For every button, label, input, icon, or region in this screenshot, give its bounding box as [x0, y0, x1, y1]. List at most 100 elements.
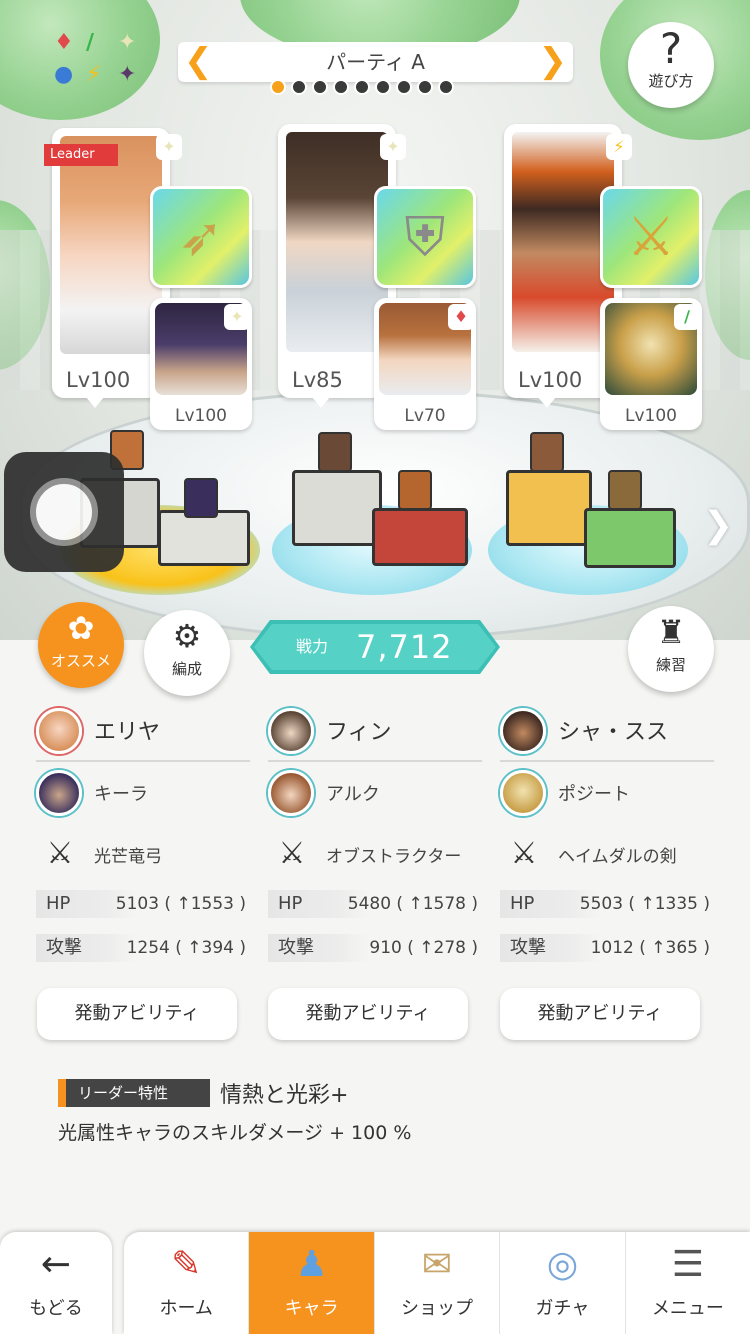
help-button[interactable]: ? 遊び方	[628, 22, 714, 108]
back-label: もどる	[29, 1298, 83, 1319]
light-attribute-icon: ✦	[156, 134, 182, 160]
attack-label: 攻撃	[500, 934, 600, 962]
weapon-slot[interactable]: ⚔	[600, 186, 702, 288]
fire-element-icon: ♦	[54, 30, 74, 55]
recommend-button[interactable]: ✿ オススメ	[38, 602, 124, 688]
weapon-slot[interactable]: ⛨	[374, 186, 476, 288]
avatar	[36, 708, 82, 754]
avatar	[268, 770, 314, 816]
character-sprite[interactable]	[318, 432, 352, 472]
sub-member-row[interactable]: アルク	[268, 762, 482, 822]
card-tail	[86, 397, 104, 408]
cake-block	[506, 470, 592, 546]
practice-label: 練習	[655, 656, 686, 674]
weapon-icon: ⚔	[278, 836, 306, 871]
weapon-name: ヘイムダルの剣	[558, 847, 677, 867]
hp-stat: HP 5480 ( ↑1578 )	[268, 882, 482, 926]
wind-attribute-icon: ∕	[674, 304, 700, 330]
formation-label: 編成	[171, 660, 202, 678]
hp-value: 5103 ( ↑1553 )	[115, 894, 246, 914]
weapon-row[interactable]: ⚔ ヘイムダルの剣	[500, 822, 714, 882]
back-button[interactable]: ← もどる	[0, 1232, 112, 1334]
character-icon: ♟	[295, 1244, 328, 1285]
light-element-icon: ✦	[118, 30, 137, 55]
page-dot[interactable]	[396, 79, 412, 95]
tab-label: ショップ	[401, 1298, 474, 1319]
formation-button[interactable]: ⚙ 編成	[144, 610, 230, 696]
bottom-navigation: ← もどる ✎ ホーム ♟ キャラ ✉ ショップ ◎ ガチャ ☰ メニュー	[0, 1228, 750, 1334]
wind-element-icon: ∕	[86, 30, 95, 55]
weapon-row[interactable]: ⚔ 光芒竜弓	[36, 822, 250, 882]
training-dummy-icon: ♜	[656, 613, 686, 651]
recommend-label: オススメ	[50, 652, 111, 670]
character-sprite[interactable]	[608, 470, 642, 510]
power-label: 戦力	[296, 637, 329, 656]
hp-value: 5480 ( ↑1578 )	[347, 894, 478, 914]
sub-member-name: ポジート	[558, 784, 630, 805]
question-icon: ?	[659, 24, 683, 73]
weapon-icon: ⚔	[510, 836, 538, 871]
prev-party-button[interactable]: ❮	[184, 42, 213, 80]
tab-home[interactable]: ✎ ホーム	[124, 1232, 250, 1334]
page-dot[interactable]	[354, 79, 370, 95]
bow-icon: ➶	[178, 205, 224, 268]
leader-trait-description: 光属性キャラのスキルダメージ + 100 %	[58, 1122, 412, 1144]
page-dot[interactable]	[333, 79, 349, 95]
stone-block	[292, 470, 382, 546]
main-member-row[interactable]: エリヤ	[36, 700, 250, 762]
main-member-row[interactable]: シャ・スス	[500, 700, 714, 762]
assistive-touch-button[interactable]	[4, 452, 124, 572]
avatar	[268, 708, 314, 754]
party-name: パーティ A	[326, 50, 425, 74]
page-dot[interactable]	[291, 79, 307, 95]
sub-member-row[interactable]: キーラ	[36, 762, 250, 822]
hp-stat: HP 5103 ( ↑1553 )	[36, 882, 250, 926]
attack-stat: 攻撃 1254 ( ↑394 )	[36, 926, 250, 970]
tab-chara[interactable]: ♟ キャラ	[249, 1232, 375, 1334]
main-member-row[interactable]: フィン	[268, 700, 482, 762]
thunder-attribute-icon: ⚡	[606, 134, 632, 160]
power-value: 7,712	[356, 628, 453, 666]
practice-button[interactable]: ♜ 練習	[628, 606, 714, 692]
battle-power-display: 戦力 7,712	[250, 620, 500, 674]
page-dot[interactable]	[438, 79, 454, 95]
character-sprite[interactable]	[398, 470, 432, 510]
weapon-name: オブストラクター	[326, 847, 462, 867]
page-dot[interactable]	[375, 79, 391, 95]
page-dot[interactable]	[270, 79, 286, 95]
element-filter[interactable]: ♦ ∕ ✦ ● ⚡ ✦	[50, 30, 145, 95]
water-element-icon: ●	[54, 62, 74, 87]
attack-value: 910 ( ↑278 )	[369, 938, 478, 958]
sub-member-row[interactable]: ポジート	[500, 762, 714, 822]
character-sprite[interactable]	[184, 478, 218, 518]
next-party-arrow[interactable]: ❯	[703, 505, 733, 546]
character-sprite[interactable]	[530, 432, 564, 472]
tab-gacha[interactable]: ◎ ガチャ	[500, 1232, 626, 1334]
character-portrait	[60, 136, 162, 354]
leader-badge: Leader	[44, 144, 118, 166]
main-member-name: エリヤ	[94, 720, 161, 745]
menu-list-icon: ☰	[671, 1244, 704, 1285]
next-party-button[interactable]: ❯	[539, 42, 568, 80]
sword-icon: ⚔	[626, 205, 676, 268]
weapon-slot[interactable]: ➶	[150, 186, 252, 288]
tab-label: ホーム	[159, 1298, 213, 1319]
ability-button[interactable]: 発動アビリティ	[268, 988, 468, 1040]
member-column-2: フィン アルク ⚔ オブストラクター HP 5480 ( ↑1578 ) 攻撃 …	[268, 700, 482, 970]
gear-icon: ⚙	[172, 617, 202, 655]
ability-button[interactable]: 発動アビリティ	[500, 988, 700, 1040]
weapon-row[interactable]: ⚔ オブストラクター	[268, 822, 482, 882]
arrow-left-icon: ←	[40, 1244, 72, 1285]
tab-label: メニュー	[651, 1298, 724, 1319]
ability-button[interactable]: 発動アビリティ	[37, 988, 237, 1040]
party-selector: ❮ パーティ A ❯	[178, 42, 573, 82]
page-dot[interactable]	[417, 79, 433, 95]
tab-menu[interactable]: ☰ メニュー	[626, 1232, 750, 1334]
tab-shop[interactable]: ✉ ショップ	[375, 1232, 501, 1334]
sub-member-name: キーラ	[94, 784, 148, 805]
grass-block	[584, 508, 676, 568]
attack-label: 攻撃	[36, 934, 136, 962]
hp-value: 5503 ( ↑1335 )	[579, 894, 710, 914]
page-dot[interactable]	[312, 79, 328, 95]
main-member-name: フィン	[326, 720, 392, 745]
